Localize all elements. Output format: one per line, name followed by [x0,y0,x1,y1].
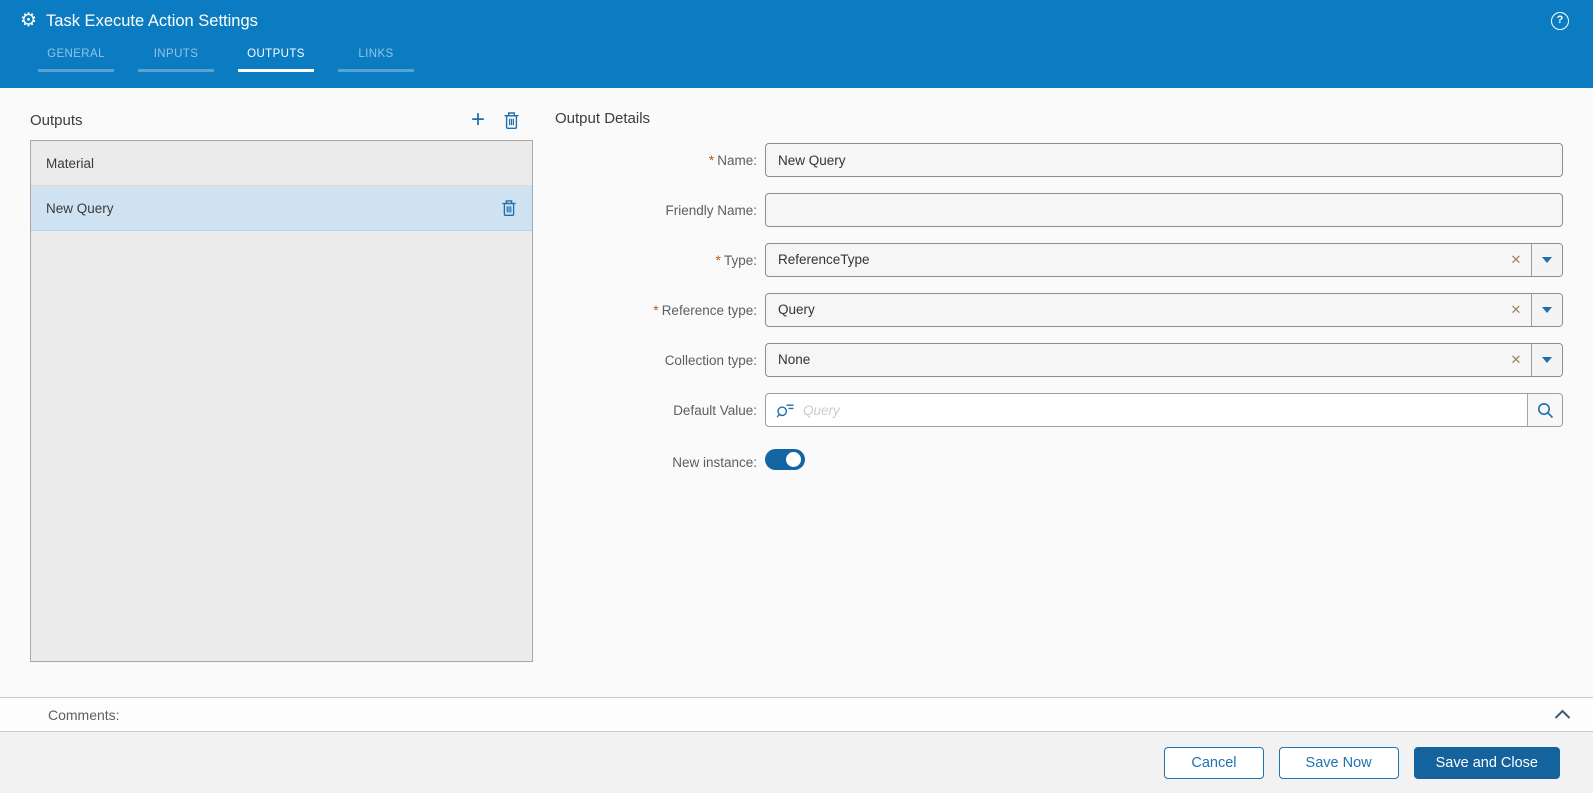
plus-icon: + [470,106,485,133]
default-value-input[interactable] [795,394,1527,426]
reference-type-combobox[interactable]: Query ✕ [765,293,1563,327]
collection-type-value: None [778,352,811,367]
required-marker: * [715,252,721,268]
page-title: Task Execute Action Settings [46,11,258,30]
title-bar: ⚙ Task Execute Action Settings [0,0,1593,31]
type-row: * Type: ReferenceType ✕ [555,243,1563,277]
clear-icon[interactable]: ✕ [1501,294,1531,326]
friendly-name-label-text: Friendly Name: [665,202,757,218]
delete-row-button[interactable] [501,199,517,217]
friendly-name-row: Friendly Name: [555,193,1563,227]
cancel-button[interactable]: Cancel [1164,747,1264,779]
outputs-list: Material New Query [30,140,533,662]
collection-type-label: Collection type: [555,353,757,368]
new-instance-toggle[interactable] [765,449,805,470]
collection-type-combobox[interactable]: None ✕ [765,343,1563,377]
add-output-button[interactable]: + [470,106,485,133]
new-instance-label-text: New instance: [672,454,757,470]
list-item-new-query[interactable]: New Query [31,186,532,231]
save-and-close-button[interactable]: Save and Close [1413,747,1560,779]
required-marker: * [708,152,715,168]
list-item-material[interactable]: Material [31,141,532,186]
type-label-text: Type: [723,253,757,268]
required-marker: * [653,302,659,318]
friendly-name-input[interactable] [765,193,1563,227]
type-label: * Type: [555,252,757,268]
chevron-down-icon [1542,307,1552,313]
comments-label: Comments: [48,706,120,723]
reference-type-label-text: Reference type: [661,303,757,318]
delete-output-button[interactable] [503,111,520,130]
list-item-label: Material [46,155,95,171]
tab-bar: GENERAL INPUTS OUTPUTS LINKS [38,46,438,72]
clear-icon[interactable]: ✕ [1501,244,1531,276]
reference-type-label: * Reference type: [555,302,757,318]
name-label-text: Name: [717,153,757,168]
query-filter-icon [776,402,795,419]
chevron-down-icon [1542,257,1552,263]
outputs-panel-header: Outputs + [30,107,533,133]
default-value-label: Default Value: [555,403,757,418]
new-instance-label: New instance: [555,455,757,470]
search-button[interactable] [1527,394,1562,426]
chevron-up-icon [1554,709,1571,719]
tab-general[interactable]: GENERAL [38,46,114,72]
search-icon [1537,402,1553,418]
default-value-row: Default Value: [555,393,1563,427]
help-icon[interactable]: ? [1551,12,1569,30]
default-value-picker[interactable] [765,393,1563,427]
reference-type-value: Query [778,302,815,317]
name-label: * Name: [555,152,757,168]
trash-icon [504,111,519,129]
dropdown-button[interactable] [1531,244,1562,276]
friendly-name-label: Friendly Name: [555,203,757,218]
output-details-title: Output Details [555,110,651,127]
new-instance-row: New instance: [555,449,1563,475]
collection-type-row: Collection type: None ✕ [555,343,1563,377]
output-details-form: *Name: Friendly Name: *Type: ReferenceTy… [555,143,1563,475]
collection-type-label-text: Collection type: [664,352,757,368]
name-input[interactable] [765,143,1563,177]
tab-inputs[interactable]: INPUTS [138,46,214,72]
default-value-label-text: Default Value: [673,402,757,418]
comments-bar: Comments: [0,697,1593,732]
dropdown-button[interactable] [1531,344,1562,376]
gear-icon: ⚙ [20,10,38,31]
toggle-knob [786,452,801,467]
name-row: * Name: [555,143,1563,177]
tab-outputs[interactable]: OUTPUTS [238,46,314,72]
chevron-down-icon [1542,357,1552,363]
type-combobox[interactable]: ReferenceType ✕ [765,243,1563,277]
type-value: ReferenceType [778,252,870,267]
comments-collapse-button[interactable] [1554,709,1571,720]
save-now-button[interactable]: Save Now [1278,747,1399,779]
footer-actions: Cancel Save Now Save and Close [0,732,1593,793]
list-item-label: New Query [46,200,114,216]
outputs-panel-title: Outputs [30,111,83,129]
clear-icon[interactable]: ✕ [1501,344,1531,376]
tab-links[interactable]: LINKS [338,46,414,72]
dialog-header: ⚙ Task Execute Action Settings ? GENERAL… [0,0,1593,88]
dropdown-button[interactable] [1531,294,1562,326]
trash-icon [502,200,516,217]
reference-type-row: * Reference type: Query ✕ [555,293,1563,327]
